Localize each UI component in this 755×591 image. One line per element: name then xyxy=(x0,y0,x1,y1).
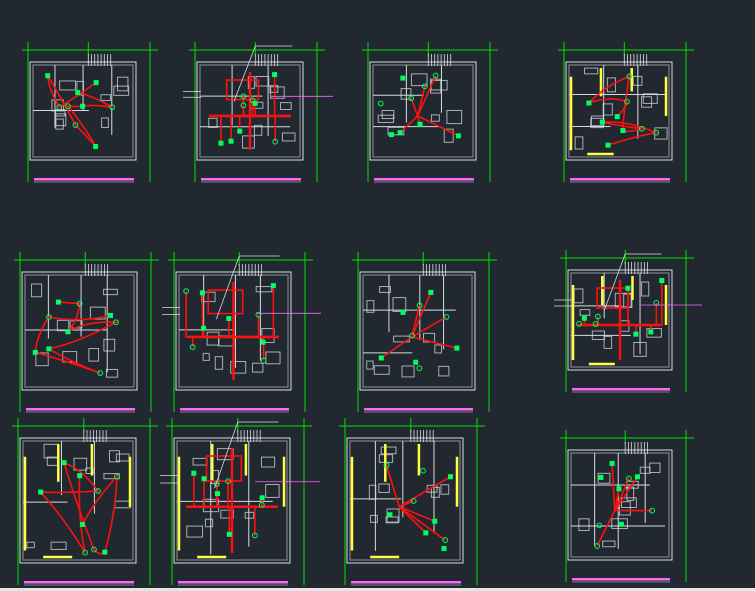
sheet-title-bar xyxy=(374,178,474,183)
stair-hatch xyxy=(84,264,109,276)
floor-plan-2[interactable] xyxy=(183,42,333,183)
axis-grid-lines xyxy=(22,42,158,182)
wiring-runs xyxy=(596,463,653,547)
axis-grid-lines xyxy=(189,42,325,182)
wiring-runs xyxy=(34,301,119,374)
stair-hatch xyxy=(237,430,261,442)
sheet-title-bar xyxy=(201,178,301,183)
floor-plan-sheet-set[interactable] xyxy=(0,0,755,591)
stair-hatch xyxy=(422,264,447,276)
floor-plan-6[interactable] xyxy=(162,252,321,413)
sheet-title-bar xyxy=(572,578,670,583)
stair-hatch xyxy=(254,54,279,66)
floor-plan-7[interactable] xyxy=(352,252,497,413)
stair-hatch xyxy=(87,54,112,66)
wall-outlines xyxy=(19,437,137,564)
stair-hatch xyxy=(624,262,648,274)
stair-hatch xyxy=(83,430,107,442)
stair-hatch xyxy=(624,442,648,454)
floor-plan-12[interactable] xyxy=(560,430,694,583)
stair-hatch xyxy=(427,54,452,66)
sheet-title-bar xyxy=(570,178,670,183)
sheet-title-bar xyxy=(34,178,134,183)
wiring-runs xyxy=(588,75,659,146)
wall-outlines xyxy=(346,437,464,564)
floor-plan-3[interactable] xyxy=(362,42,498,183)
wall-outlines xyxy=(565,61,673,161)
axis-grid-lines xyxy=(558,42,694,182)
wall-outlines xyxy=(21,271,138,391)
wall-outlines xyxy=(359,271,476,391)
sheet-title-bar xyxy=(351,581,461,586)
wiring-runs xyxy=(209,72,291,150)
leader-lines xyxy=(160,421,320,489)
highlighted-walls xyxy=(350,444,459,559)
stair-hatch xyxy=(623,54,648,66)
sheet-title-bar xyxy=(364,408,473,413)
wall-outlines xyxy=(369,61,477,161)
floor-plan-5[interactable] xyxy=(14,252,159,413)
cad-drawing-canvas[interactable] xyxy=(0,0,755,591)
wiring-runs xyxy=(385,465,451,541)
stair-hatch xyxy=(238,264,263,276)
electrical-devices xyxy=(378,289,460,372)
floor-plan-4[interactable] xyxy=(558,42,694,183)
sheet-title-bar xyxy=(572,388,670,393)
wiring-runs xyxy=(578,280,663,360)
electrical-devices xyxy=(377,72,461,139)
floor-plan-8[interactable] xyxy=(554,250,702,393)
sheet-title-bar xyxy=(24,581,134,586)
wall-outlines xyxy=(567,449,673,561)
sheet-title-bar xyxy=(178,581,288,586)
floor-plan-1[interactable] xyxy=(22,42,158,183)
wiring-runs xyxy=(185,282,279,380)
stair-hatch xyxy=(410,430,434,442)
floor-plan-11[interactable] xyxy=(339,418,485,586)
floor-plan-9[interactable] xyxy=(12,418,158,586)
sheet-title-bar xyxy=(180,408,289,413)
sheet-title-bar xyxy=(26,408,135,413)
floor-plan-10[interactable] xyxy=(160,418,320,586)
